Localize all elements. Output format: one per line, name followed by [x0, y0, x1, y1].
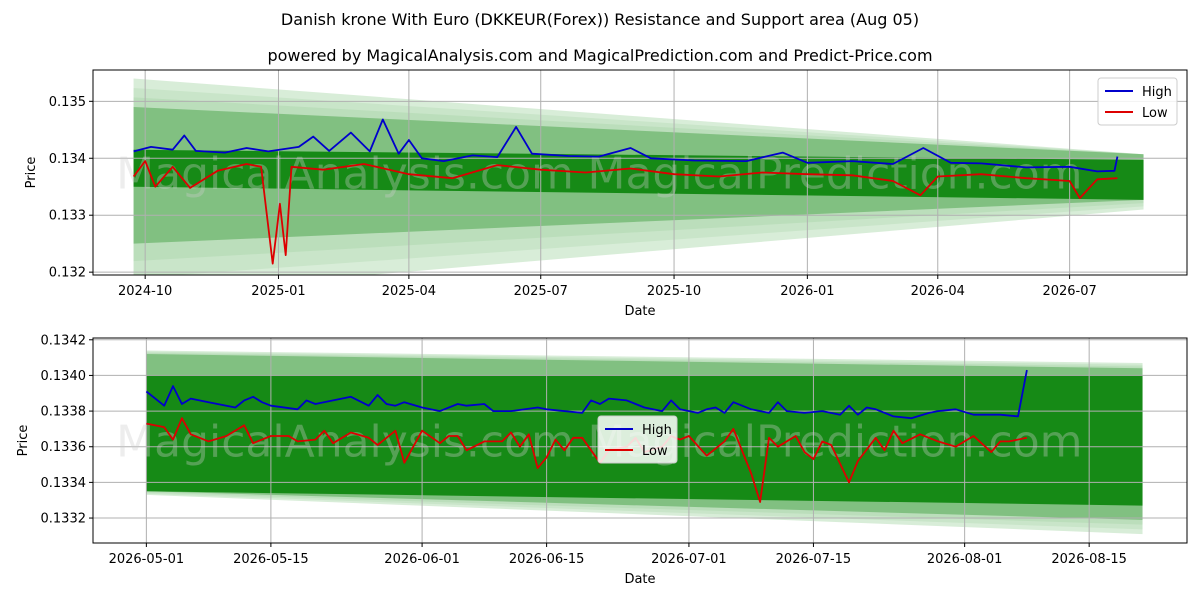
- x-tick-label: 2025-10: [647, 284, 701, 299]
- y-tick-label: 0.132: [49, 266, 86, 281]
- x-tick-label: 2026-08-01: [927, 552, 1003, 567]
- legend: High Low: [1097, 77, 1178, 126]
- y-axis-label: Price: [24, 157, 39, 189]
- chart-canvas: MagicalAnalysis.com MagicalPrediction.com…: [16, 69, 1188, 587]
- legend: High Low: [597, 415, 678, 464]
- y-tick-label: 0.1332: [41, 512, 87, 527]
- x-tick-label: 2026-06-15: [509, 552, 585, 567]
- y-tick-label: 0.1338: [41, 405, 87, 420]
- x-axis-label: Date: [624, 304, 655, 319]
- x-tick-label: 2026-04: [911, 284, 965, 299]
- y-tick-label: 0.1342: [41, 333, 87, 348]
- y-tick-label: 0.133: [49, 209, 86, 224]
- x-tick-label: 2026-08-15: [1051, 552, 1127, 567]
- legend-label-high: High: [642, 423, 672, 438]
- x-tick-label: 2026-05-01: [109, 552, 185, 567]
- y-tick-label: 0.1336: [41, 440, 87, 455]
- y-tick-label: 0.134: [49, 152, 86, 167]
- x-tick-label: 2025-01: [251, 284, 305, 299]
- chart-panel-2: MagicalAnalysis.com MagicalPrediction.com…: [16, 333, 1188, 587]
- x-axis-label: Date: [624, 572, 655, 587]
- y-tick-label: 0.1340: [41, 369, 87, 384]
- x-tick-label: 2025-07: [514, 284, 568, 299]
- y-tick-label: 0.135: [49, 95, 86, 110]
- legend-label-low: Low: [1142, 106, 1168, 121]
- x-tick-label: 2026-05-15: [233, 552, 309, 567]
- x-tick-label: 2026-07: [1042, 284, 1096, 299]
- legend-label-high: High: [1142, 85, 1172, 100]
- x-tick-label: 2026-07-15: [776, 552, 852, 567]
- x-tick-label: 2024-10: [118, 284, 172, 299]
- watermark-text: MagicalAnalysis.com: [116, 149, 574, 200]
- x-tick-label: 2026-07-01: [651, 552, 727, 567]
- chart-panel-1: MagicalAnalysis.com MagicalPrediction.com…: [24, 69, 1188, 319]
- x-tick-label: 2025-04: [382, 284, 436, 299]
- x-tick-label: 2026-06-01: [384, 552, 460, 567]
- x-tick-label: 2026-01: [780, 284, 834, 299]
- legend-label-low: Low: [642, 444, 668, 459]
- y-axis-label: Price: [16, 425, 31, 457]
- y-tick-label: 0.1334: [41, 476, 87, 491]
